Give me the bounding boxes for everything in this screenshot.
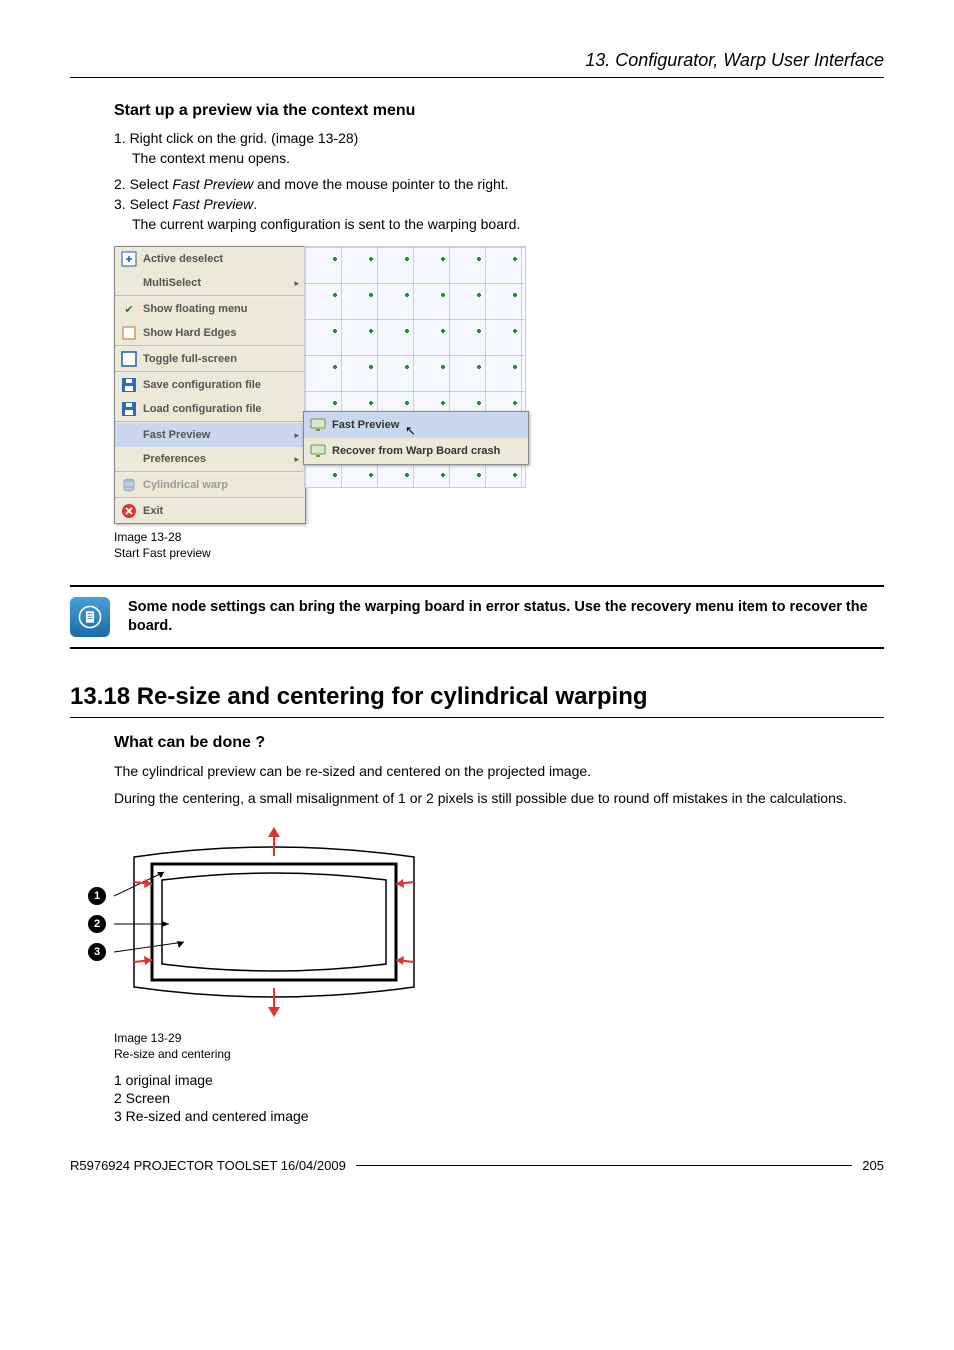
callout-1: 1	[88, 887, 106, 905]
menu-label: Active deselect	[143, 253, 297, 265]
fig2-num: Image 13-29	[114, 1031, 884, 1047]
step-1-sub: The context menu opens.	[132, 150, 884, 166]
running-head: 13. Configurator, Warp User Interface	[70, 50, 884, 71]
step-2: 2. Select Fast Preview and move the mous…	[114, 176, 884, 192]
para-1: The cylindrical preview can be re-sized …	[114, 762, 884, 781]
footer-page-number: 205	[862, 1158, 884, 1173]
resize-diagram-svg	[114, 822, 434, 1022]
step-3: 3. Select Fast Preview.	[114, 196, 884, 212]
menu-label: Exit	[143, 505, 297, 517]
fig1-cap: Start Fast preview	[114, 546, 884, 562]
menu-label: Show Hard Edges	[143, 327, 297, 339]
step-3-pre: 3. Select	[114, 196, 172, 212]
context-menu: Active deselect MultiSelect ✔ Show float…	[114, 246, 306, 524]
menu-label: Preferences	[143, 453, 297, 465]
save-icon	[121, 377, 137, 393]
menu-label: Cylindrical warp	[143, 479, 297, 491]
para-2: During the centering, a small misalignme…	[114, 789, 884, 808]
step-3-em: Fast Preview	[172, 196, 253, 212]
section-rule	[70, 717, 884, 718]
note-icon	[70, 597, 110, 637]
head-rule	[70, 77, 884, 78]
menu-toggle-fullscreen[interactable]: Toggle full-screen	[115, 347, 305, 371]
fullscreen-icon	[121, 351, 137, 367]
step-3-sub: The current warping configuration is sen…	[132, 216, 884, 232]
check-icon: ✔	[121, 301, 137, 317]
menu-exit[interactable]: Exit	[115, 499, 305, 523]
what-can-be-done-heading: What can be done ?	[114, 734, 884, 752]
menu-preferences[interactable]: Preferences	[115, 447, 305, 471]
figure-13-28: Active deselect MultiSelect ✔ Show float…	[114, 246, 884, 561]
blank-icon	[121, 451, 137, 467]
cylinder-icon	[121, 477, 137, 493]
menu-load-config[interactable]: Load configuration file	[115, 397, 305, 421]
exit-icon	[121, 503, 137, 519]
menu-label: MultiSelect	[143, 277, 297, 289]
step-1: 1. Right click on the grid. (image 13-28…	[114, 130, 884, 146]
fig1-num: Image 13-28	[114, 530, 884, 546]
legend-2: 2 Screen	[114, 1090, 884, 1106]
cursor-icon: ↖	[405, 423, 416, 439]
menu-label: Fast Preview	[143, 429, 297, 441]
warp-grid-bg: Fast Preview Recover from Warp Board cra…	[304, 246, 526, 488]
menu-label: Load configuration file	[143, 403, 297, 415]
submenu-label: Recover from Warp Board crash	[332, 445, 520, 457]
footer-left: R5976924 PROJECTOR TOOLSET 16/04/2009	[70, 1158, 346, 1173]
load-icon	[121, 401, 137, 417]
callout-2: 2	[88, 915, 106, 933]
blank-icon	[121, 275, 137, 291]
menu-label: Save configuration file	[143, 379, 297, 391]
menu-fast-preview[interactable]: Fast Preview	[115, 423, 305, 447]
startup-heading: Start up a preview via the context menu	[114, 102, 884, 120]
step-2-post: and move the mouse pointer to the right.	[253, 176, 508, 192]
menu-show-floating[interactable]: ✔ Show floating menu	[115, 297, 305, 321]
checkbox-icon	[121, 325, 137, 341]
blank-icon	[121, 427, 137, 443]
step-3-post: .	[253, 196, 257, 212]
callout-3: 3	[88, 943, 106, 961]
figure-13-29: 1 2 3	[114, 822, 884, 1062]
step-2-pre: 2. Select	[114, 176, 172, 192]
note-text: Some node settings can bring the warping…	[128, 598, 884, 637]
monitor-icon	[310, 417, 326, 433]
legend-1: 1 original image	[114, 1072, 884, 1088]
submenu-label: Fast Preview	[332, 419, 520, 431]
legend-3: 3 Re-sized and centered image	[114, 1108, 884, 1124]
fig2-cap: Re-size and centering	[114, 1047, 884, 1063]
monitor-icon	[310, 443, 326, 459]
deselect-icon	[121, 251, 137, 267]
menu-save-config[interactable]: Save configuration file	[115, 373, 305, 397]
step-2-em: Fast Preview	[172, 176, 253, 192]
fast-preview-submenu: Fast Preview Recover from Warp Board cra…	[303, 411, 529, 465]
menu-label: Show floating menu	[143, 303, 297, 315]
menu-active-deselect[interactable]: Active deselect	[115, 247, 305, 271]
menu-cylindrical-warp: Cylindrical warp	[115, 473, 305, 497]
menu-multiselect[interactable]: MultiSelect	[115, 271, 305, 295]
submenu-fast-preview[interactable]: Fast Preview	[304, 412, 528, 438]
page-footer: R5976924 PROJECTOR TOOLSET 16/04/2009 20…	[70, 1158, 884, 1173]
menu-show-hard-edges[interactable]: Show Hard Edges	[115, 321, 305, 345]
menu-label: Toggle full-screen	[143, 353, 297, 365]
section-13-18-heading: 13.18 Re-size and centering for cylindri…	[70, 683, 884, 711]
note-block: Some node settings can bring the warping…	[70, 585, 884, 649]
submenu-recover[interactable]: Recover from Warp Board crash	[304, 438, 528, 464]
